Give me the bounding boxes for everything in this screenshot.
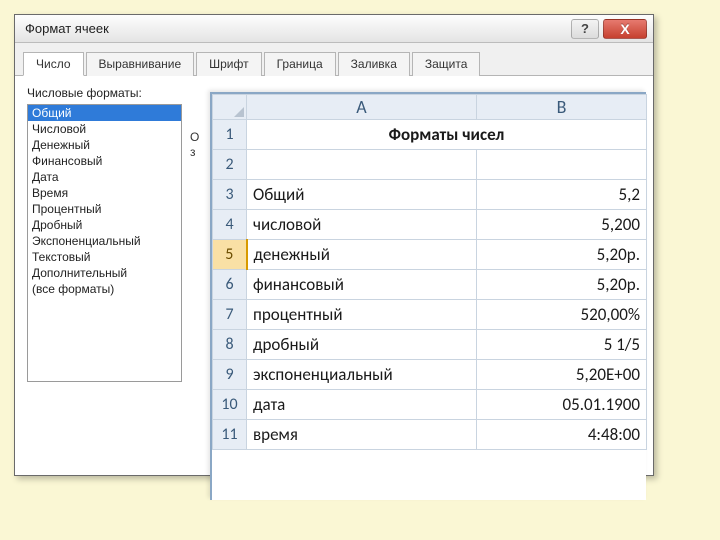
format-option[interactable]: Денежный <box>28 137 181 153</box>
tab-0[interactable]: Число <box>23 52 84 76</box>
format-option[interactable]: Общий <box>28 105 181 121</box>
row-header[interactable]: 3 <box>213 180 247 210</box>
titlebar: Формат ячеек ? X <box>15 15 653 43</box>
format-option[interactable]: Финансовый <box>28 153 181 169</box>
row-header[interactable]: 4 <box>213 210 247 240</box>
cell[interactable]: денежный <box>247 240 477 270</box>
format-option[interactable]: (все форматы) <box>28 281 181 297</box>
cell[interactable]: 5 1/5 <box>477 330 647 360</box>
cell[interactable] <box>247 150 477 180</box>
row-header[interactable]: 2 <box>213 150 247 180</box>
grid: A B 1Форматы чисел23Общий5,24числовой5,2… <box>212 94 647 450</box>
row-header[interactable]: 11 <box>213 420 247 450</box>
row-header[interactable]: 6 <box>213 270 247 300</box>
format-option[interactable]: Текстовый <box>28 249 181 265</box>
cell[interactable]: время <box>247 420 477 450</box>
col-header-A[interactable]: A <box>247 95 477 120</box>
cell[interactable]: Форматы чисел <box>247 120 647 150</box>
close-button[interactable]: X <box>603 19 647 39</box>
tab-5[interactable]: Защита <box>412 52 481 76</box>
help-button[interactable]: ? <box>571 19 599 39</box>
cell[interactable]: 05.01.1900 <box>477 390 647 420</box>
cell[interactable]: 5,2 <box>477 180 647 210</box>
tab-4[interactable]: Заливка <box>338 52 410 76</box>
cell[interactable]: числовой <box>247 210 477 240</box>
cell[interactable]: Общий <box>247 180 477 210</box>
cell[interactable]: 5,200 <box>477 210 647 240</box>
close-icon: X <box>620 21 629 37</box>
format-option[interactable]: Время <box>28 185 181 201</box>
spreadsheet[interactable]: A B 1Форматы чисел23Общий5,24числовой5,2… <box>210 92 646 500</box>
row-header[interactable]: 5 <box>213 240 247 270</box>
cell[interactable]: 5,20р. <box>477 240 647 270</box>
format-option[interactable]: Числовой <box>28 121 181 137</box>
cell[interactable]: дробный <box>247 330 477 360</box>
cell[interactable]: 4:48:00 <box>477 420 647 450</box>
cell[interactable]: экспоненциальный <box>247 360 477 390</box>
format-option[interactable]: Экспоненциальный <box>28 233 181 249</box>
tab-2[interactable]: Шрифт <box>196 52 261 76</box>
tab-3[interactable]: Граница <box>264 52 336 76</box>
formats-label: Числовые форматы: <box>27 86 182 100</box>
tabs: ЧислоВыравниваниеШрифтГраницаЗаливкаЗащи… <box>15 43 653 75</box>
help-icon: ? <box>581 21 589 36</box>
cell[interactable]: дата <box>247 390 477 420</box>
row-header[interactable]: 1 <box>213 120 247 150</box>
format-option[interactable]: Процентный <box>28 201 181 217</box>
row-header[interactable]: 9 <box>213 360 247 390</box>
clipped-text: О з <box>190 130 199 160</box>
row-header[interactable]: 10 <box>213 390 247 420</box>
format-option[interactable]: Дополнительный <box>28 265 181 281</box>
cell[interactable]: 5,20E+00 <box>477 360 647 390</box>
formats-column: Числовые форматы: ОбщийЧисловойДенежныйФ… <box>27 86 182 463</box>
row-header[interactable]: 7 <box>213 300 247 330</box>
dialog-title: Формат ячеек <box>25 21 567 36</box>
cell[interactable]: финансовый <box>247 270 477 300</box>
format-option[interactable]: Дробный <box>28 217 181 233</box>
cell[interactable] <box>477 150 647 180</box>
row-header[interactable]: 8 <box>213 330 247 360</box>
cell[interactable]: 5,20р. <box>477 270 647 300</box>
formats-listbox[interactable]: ОбщийЧисловойДенежныйФинансовыйДатаВремя… <box>27 104 182 382</box>
col-header-B[interactable]: B <box>477 95 647 120</box>
cell[interactable]: процентный <box>247 300 477 330</box>
select-all-corner[interactable] <box>213 95 247 120</box>
tab-1[interactable]: Выравнивание <box>86 52 195 76</box>
cell[interactable]: 520,00% <box>477 300 647 330</box>
format-option[interactable]: Дата <box>28 169 181 185</box>
